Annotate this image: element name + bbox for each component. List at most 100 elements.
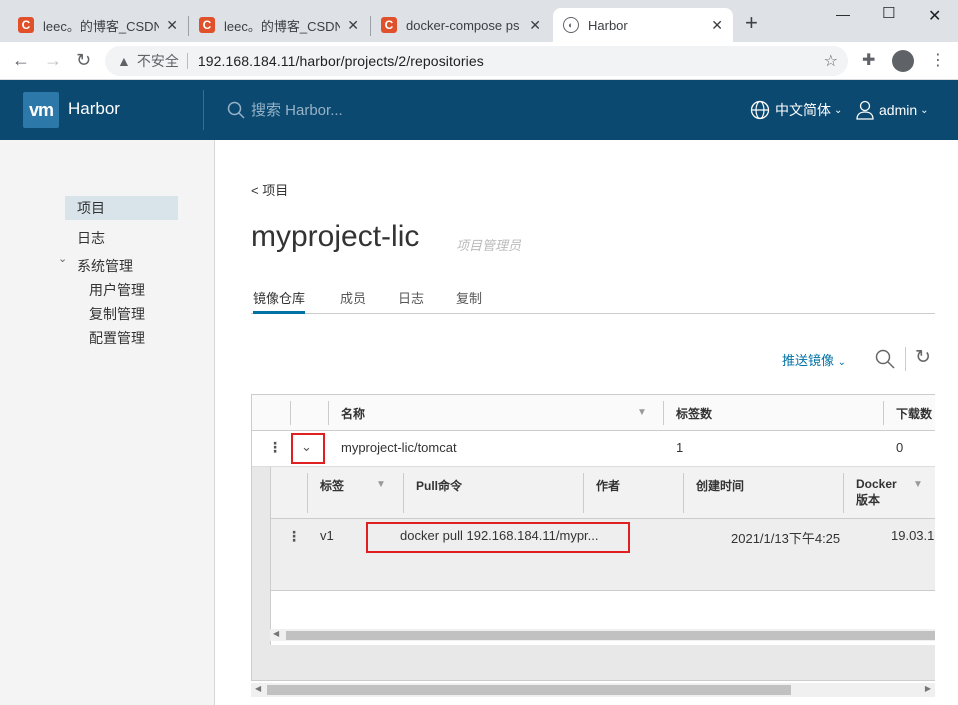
search-icon[interactable] bbox=[875, 349, 895, 369]
column-divider bbox=[290, 401, 291, 425]
column-divider bbox=[328, 401, 329, 425]
column-divider bbox=[583, 473, 584, 513]
column-header-author[interactable]: 作者 bbox=[596, 477, 620, 494]
chevron-down-icon: ⌄ bbox=[837, 357, 847, 368]
column-header-pull-command[interactable]: Pull命令 bbox=[416, 477, 462, 494]
sidebar-item-projects[interactable]: 项目 bbox=[65, 196, 178, 220]
tab-title: leec。的博客_CSDN博 bbox=[224, 18, 340, 34]
security-label[interactable]: 不安全 bbox=[137, 51, 179, 71]
browser-tab[interactable]: C leec。的博客_CSDN博 ✕ bbox=[189, 8, 369, 42]
sidebar bbox=[0, 140, 215, 705]
tag-count: 1 bbox=[676, 440, 684, 455]
extensions-icon[interactable]: ✚ bbox=[862, 50, 875, 70]
filter-icon[interactable]: ▼ bbox=[913, 479, 923, 490]
scroll-left-icon[interactable]: ◀ bbox=[255, 684, 261, 693]
app-name[interactable]: Harbor bbox=[68, 99, 120, 119]
tab-title: docker-compose ps bbox=[406, 17, 520, 33]
column-divider bbox=[403, 473, 404, 513]
column-divider bbox=[307, 473, 308, 513]
column-header-tag[interactable]: 标签 bbox=[320, 477, 344, 494]
tab-replication[interactable]: 复制 bbox=[456, 288, 482, 314]
column-header-pulls[interactable]: 下载数 bbox=[896, 405, 932, 422]
scroll-right-icon[interactable]: ▶ bbox=[925, 684, 931, 693]
highlight-box bbox=[366, 522, 630, 553]
project-tabs: 镜像仓库 成员 日志 复制 bbox=[251, 288, 935, 314]
column-header-name[interactable]: 名称 bbox=[341, 405, 365, 422]
chevron-down-icon: ⌄ bbox=[920, 104, 929, 116]
datagrid-header: 名称 ▼ 标签数 下载数 bbox=[252, 395, 935, 431]
horizontal-scrollbar[interactable]: ◀ ▶ bbox=[251, 683, 935, 697]
url-text[interactable]: 192.168.184.11/harbor/projects/2/reposit… bbox=[198, 53, 484, 69]
search-placeholder: 搜索 Harbor... bbox=[251, 102, 343, 119]
minimize-icon[interactable]: — bbox=[836, 6, 850, 22]
tag-datagrid: 标签 ▼ Pull命令 作者 创建时间 Docker 版本 ▼ ⋮ v1 doc… bbox=[270, 467, 935, 645]
omnibox-divider bbox=[186, 53, 188, 69]
maximize-icon[interactable]: ☐ bbox=[882, 4, 895, 22]
vmware-logo[interactable]: vm bbox=[23, 92, 59, 128]
expanded-row-detail: 标签 ▼ Pull命令 作者 创建时间 Docker 版本 ▼ ⋮ v1 doc… bbox=[252, 467, 935, 680]
csdn-icon: C bbox=[199, 17, 215, 33]
forward-icon[interactable]: → bbox=[44, 50, 62, 71]
browser-tab-active[interactable]: ◐ Harbor ✕ bbox=[553, 8, 733, 42]
column-header-tags[interactable]: 标签数 bbox=[676, 405, 712, 422]
column-header-version[interactable]: 版本 bbox=[856, 491, 880, 508]
filter-icon[interactable]: ▼ bbox=[376, 479, 386, 490]
browser-tab-strip: C leec。的博客_CSDN博 ✕ C leec。的博客_CSDN博 ✕ C … bbox=[0, 0, 958, 42]
tab-title: Harbor bbox=[588, 17, 628, 33]
toolbar-divider bbox=[905, 347, 906, 371]
sidebar-item-configuration[interactable]: 配置管理 bbox=[89, 328, 145, 348]
harbor-icon: ◐ bbox=[563, 17, 579, 33]
scrollbar-thumb[interactable] bbox=[267, 685, 791, 695]
tab-repositories[interactable]: 镜像仓库 bbox=[253, 288, 306, 314]
horizontal-scrollbar[interactable]: ◀ bbox=[270, 629, 935, 641]
breadcrumb[interactable]: < 项目 bbox=[251, 180, 288, 199]
filter-icon[interactable]: ▼ bbox=[637, 407, 647, 418]
chevron-down-icon: ⌄ bbox=[834, 104, 843, 116]
scrollbar-thumb[interactable] bbox=[286, 631, 935, 640]
row-actions-icon[interactable]: ⋮ bbox=[287, 528, 301, 545]
push-image-label: 推送镜像 bbox=[782, 353, 835, 368]
column-header-created[interactable]: 创建时间 bbox=[696, 477, 744, 494]
profile-avatar-icon[interactable] bbox=[892, 50, 914, 72]
page-title: myproject-lic bbox=[251, 220, 420, 253]
browser-menu-icon[interactable]: ⋮ bbox=[930, 50, 946, 70]
reload-icon[interactable]: ↻ bbox=[76, 50, 91, 71]
sidebar-item-logs[interactable]: 日志 bbox=[77, 228, 105, 248]
search-input[interactable]: 搜索 Harbor... bbox=[227, 99, 343, 120]
close-tab-icon[interactable]: ✕ bbox=[347, 17, 359, 34]
row-actions-icon[interactable]: ⋮ bbox=[268, 439, 282, 456]
browser-tab[interactable]: C leec。的博客_CSDN博 ✕ bbox=[8, 8, 188, 42]
tab-logs[interactable]: 日志 bbox=[398, 288, 424, 314]
refresh-icon[interactable]: ↻ bbox=[915, 346, 931, 369]
browser-tab[interactable]: C docker-compose ps ✕ bbox=[371, 8, 551, 42]
window-close-icon[interactable]: ✕ bbox=[928, 6, 941, 26]
close-tab-icon[interactable]: ✕ bbox=[166, 17, 178, 34]
sidebar-item-replication[interactable]: 复制管理 bbox=[89, 304, 145, 324]
bookmark-star-icon[interactable]: ☆ bbox=[824, 51, 838, 71]
tab-members[interactable]: 成员 bbox=[340, 288, 366, 314]
back-icon[interactable]: ← bbox=[12, 50, 30, 71]
new-tab-icon[interactable]: + bbox=[745, 12, 758, 34]
column-divider bbox=[683, 473, 684, 513]
created-time: 2021/1/13下午4:25 bbox=[731, 531, 841, 546]
tag-name[interactable]: v1 bbox=[320, 528, 334, 543]
search-icon bbox=[227, 101, 245, 119]
sidebar-item-administration[interactable]: 系统管理 bbox=[77, 256, 133, 276]
table-row[interactable]: ⋮ ⌄ myproject-lic/tomcat 1 0 bbox=[252, 431, 935, 467]
repo-name[interactable]: myproject-lic/tomcat bbox=[341, 440, 457, 455]
address-bar[interactable]: ▲ 不安全 192.168.184.11/harbor/projects/2/r… bbox=[105, 46, 848, 76]
csdn-icon: C bbox=[381, 17, 397, 33]
warning-icon[interactable]: ▲ bbox=[117, 53, 131, 69]
scroll-left-icon[interactable]: ◀ bbox=[273, 629, 279, 638]
chevron-down-icon[interactable]: ⌄ bbox=[58, 252, 67, 265]
column-divider bbox=[843, 473, 844, 513]
close-tab-icon[interactable]: ✕ bbox=[711, 17, 723, 34]
column-header-docker[interactable]: Docker bbox=[856, 477, 897, 491]
push-image-button[interactable]: 推送镜像 ⌄ bbox=[782, 350, 846, 369]
close-tab-icon[interactable]: ✕ bbox=[529, 17, 541, 34]
sidebar-item-users[interactable]: 用户管理 bbox=[89, 280, 145, 300]
language-selector[interactable]: 中文简体 ⌄ bbox=[750, 100, 842, 120]
user-menu[interactable]: admin ⌄ bbox=[856, 100, 929, 120]
datagrid-header: 标签 ▼ Pull命令 作者 创建时间 Docker 版本 ▼ bbox=[271, 467, 935, 519]
docker-version: 19.03.12 bbox=[891, 528, 935, 543]
